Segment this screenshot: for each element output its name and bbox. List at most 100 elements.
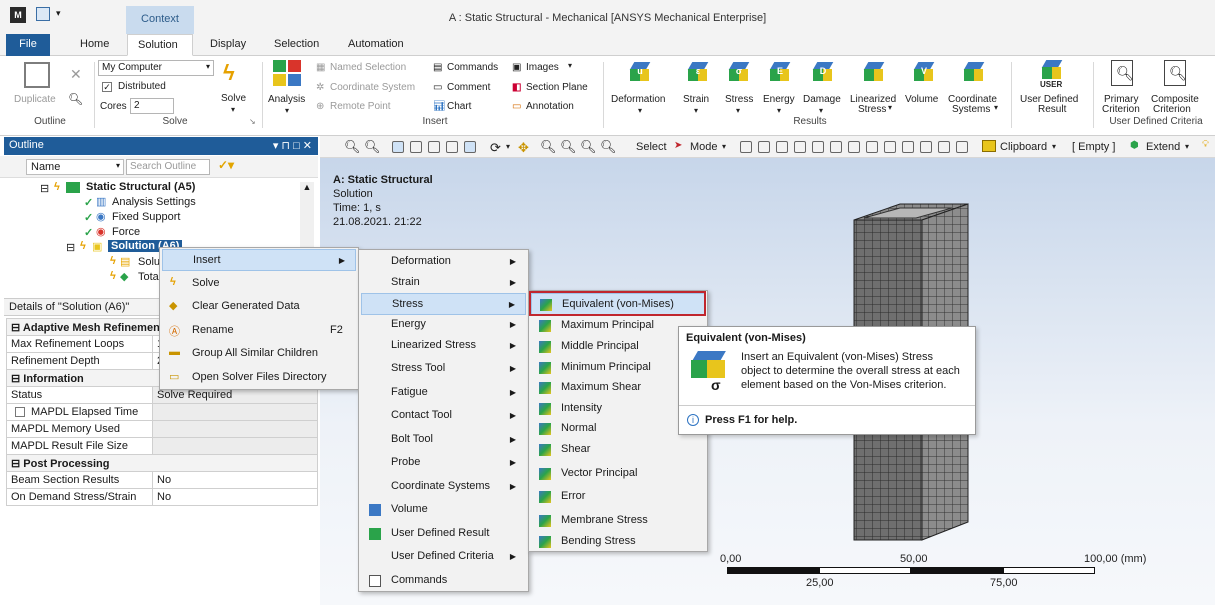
table-row[interactable]: MAPDL Elapsed Time: [6, 403, 318, 421]
clipboard-dropdown[interactable]: Clipboard: [1000, 141, 1047, 153]
chart-button[interactable]: Chart: [447, 101, 471, 112]
distributed-checkbox[interactable]: ✓: [102, 82, 112, 92]
selection-tool-10-icon[interactable]: [902, 141, 914, 153]
coordinate-system-button[interactable]: Coordinate System: [330, 82, 415, 93]
selection-tool-3-icon[interactable]: [776, 141, 788, 153]
menu-item-probe[interactable]: Probe ▶: [361, 452, 526, 474]
chevron-down-icon[interactable]: ▾: [231, 105, 235, 114]
tree-item-analysis-settings[interactable]: Analysis Settings: [112, 196, 196, 208]
duplicate-button[interactable]: Duplicate: [14, 94, 56, 105]
chevron-down-icon[interactable]: ▾: [638, 106, 642, 115]
menu-item-user-defined-result[interactable]: User Defined Result: [361, 523, 526, 545]
annotation-button[interactable]: Annotation: [526, 101, 574, 112]
select-vertex-icon[interactable]: [446, 141, 458, 153]
tree-expander-icon[interactable]: ⊟: [66, 241, 75, 254]
zoom-out-icon[interactable]: 🔍︎: [560, 139, 577, 155]
row-value[interactable]: No: [152, 471, 318, 489]
selection-tool-12-icon[interactable]: [938, 141, 950, 153]
select-body-icon[interactable]: [392, 141, 404, 153]
chevron-down-icon[interactable]: ▾: [568, 61, 572, 70]
tree-item-force[interactable]: Force: [112, 226, 140, 238]
selection-tool-9-icon[interactable]: [884, 141, 896, 153]
chevron-down-icon[interactable]: ▾: [1052, 142, 1056, 151]
chevron-down-icon[interactable]: ▾: [888, 103, 892, 112]
menu-item-energy[interactable]: Energy ▶: [361, 314, 526, 336]
tree-item-static-structural[interactable]: Static Structural (A5): [86, 181, 195, 193]
chevron-down-icon[interactable]: ▾: [819, 106, 823, 115]
tab-automation[interactable]: Automation: [338, 34, 414, 56]
selection-tool-1-icon[interactable]: [740, 141, 752, 153]
menu-item-error[interactable]: Error: [531, 486, 705, 508]
menu-item-solve[interactable]: ϟ Solve: [162, 273, 356, 295]
menu-item-strain[interactable]: Strain ▶: [361, 272, 526, 294]
chevron-down-icon[interactable]: ▾: [506, 142, 510, 151]
select-node-icon[interactable]: [464, 141, 476, 153]
chevron-down-icon[interactable]: ▾: [736, 106, 740, 115]
volume-button[interactable]: Volume: [905, 94, 938, 105]
menu-item-insert[interactable]: Insert ▶: [162, 249, 356, 271]
extend-dropdown[interactable]: Extend: [1146, 141, 1180, 153]
selection-tool-7-icon[interactable]: [848, 141, 860, 153]
chevron-down-icon[interactable]: ▾: [777, 106, 781, 115]
selection-tool-5-icon[interactable]: [812, 141, 824, 153]
zoom-in-icon[interactable]: 🔍︎: [540, 139, 557, 155]
select-label[interactable]: Select: [636, 141, 667, 153]
pan-icon[interactable]: ✥: [518, 140, 529, 156]
tab-selection[interactable]: Selection: [264, 34, 329, 56]
menu-item-open-solver-dir[interactable]: ▭ Open Solver Files Directory: [162, 367, 356, 389]
table-row[interactable]: On Demand Stress/Strain No: [6, 488, 318, 506]
mode-dropdown[interactable]: Mode: [690, 141, 718, 153]
menu-item-bending-stress[interactable]: Bending Stress: [531, 531, 705, 553]
chevron-down-icon[interactable]: ▾: [994, 103, 998, 112]
stress-button[interactable]: Stress: [725, 94, 753, 105]
delete-icon[interactable]: ✕: [70, 66, 82, 83]
tree-expander-icon[interactable]: ⊟: [40, 182, 49, 195]
zoom-out-icon[interactable]: 🔍︎: [364, 139, 381, 155]
menu-item-group-similar[interactable]: ▬ Group All Similar Children: [162, 343, 356, 365]
collapse-icon[interactable]: ⊟: [11, 373, 23, 385]
select-edge-icon[interactable]: [428, 141, 440, 153]
table-row[interactable]: MAPDL Result File Size: [6, 437, 318, 455]
tab-solution[interactable]: Solution: [127, 34, 193, 56]
remote-point-button[interactable]: Remote Point: [330, 101, 391, 112]
chevron-down-icon[interactable]: ▾: [285, 106, 289, 115]
menu-item-bolt-tool[interactable]: Bolt Tool ▶: [361, 429, 526, 451]
name-filter-select[interactable]: Name ▾: [26, 159, 124, 175]
rotate-icon[interactable]: ⟳: [490, 140, 501, 156]
tab-home[interactable]: Home: [70, 34, 119, 56]
solve-button[interactable]: Solve: [221, 93, 246, 104]
comment-button[interactable]: Comment: [447, 82, 490, 93]
row-value[interactable]: No: [152, 488, 318, 506]
menu-item-user-defined-criteria[interactable]: User Defined Criteria ▶: [361, 546, 526, 568]
menu-item-stress[interactable]: Stress ▶: [361, 293, 526, 315]
menu-item-membrane-stress[interactable]: Membrane Stress: [531, 510, 705, 532]
analysis-button[interactable]: Analysis: [268, 94, 305, 105]
damage-button[interactable]: Damage: [803, 94, 841, 105]
menu-item-contact-tool[interactable]: Contact Tool ▶: [361, 405, 526, 427]
menu-item-deformation[interactable]: Deformation ▶: [361, 251, 526, 273]
tree-item-fixed-support[interactable]: Fixed Support: [112, 211, 180, 223]
commands-button[interactable]: Commands: [447, 62, 498, 73]
table-row[interactable]: MAPDL Memory Used: [6, 420, 318, 438]
menu-item-clear-generated-data[interactable]: ◆ Clear Generated Data: [162, 296, 356, 318]
collapse-icon[interactable]: ⊟: [11, 458, 23, 470]
menu-item-shear[interactable]: Shear: [531, 439, 705, 461]
tree-item-solution-information[interactable]: Solu: [138, 256, 160, 268]
select-face-icon[interactable]: [410, 141, 422, 153]
menu-item-fatigue[interactable]: Fatigue ▶: [361, 382, 526, 404]
section-plane-button[interactable]: Section Plane: [526, 82, 588, 93]
menu-item-linearized-stress[interactable]: Linearized Stress ▶: [361, 335, 526, 357]
selection-tool-11-icon[interactable]: [920, 141, 932, 153]
selection-tool-2-icon[interactable]: [758, 141, 770, 153]
menu-item-stress-tool[interactable]: Stress Tool ▶: [361, 358, 526, 380]
details-section[interactable]: ⊟ Post Processing: [6, 454, 318, 472]
chevron-down-icon[interactable]: ▾: [1185, 142, 1189, 151]
table-row[interactable]: Beam Section Results No: [6, 471, 318, 489]
images-button[interactable]: Images: [526, 62, 559, 73]
selection-tool-13-icon[interactable]: [956, 141, 968, 153]
selection-tool-6-icon[interactable]: [830, 141, 842, 153]
computer-select[interactable]: My Computer ▾: [98, 60, 214, 76]
zoom-fit-icon[interactable]: 🔍︎: [600, 139, 617, 155]
menu-item-volume[interactable]: Volume: [361, 499, 526, 521]
tab-file[interactable]: File: [6, 34, 50, 56]
